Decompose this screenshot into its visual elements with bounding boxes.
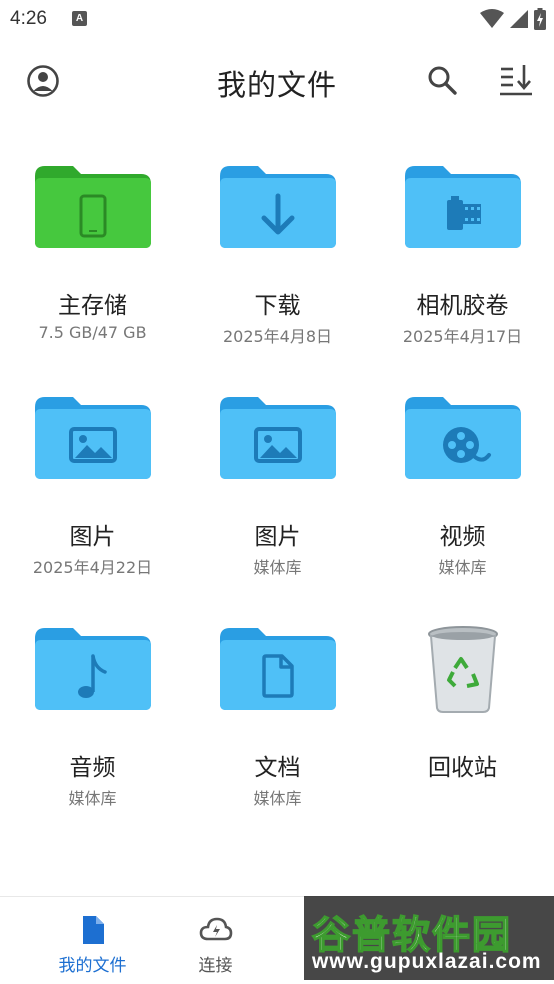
folder-main-storage[interactable]: 主存储 7.5 GB/47 GB (0, 150, 185, 380)
folder-subtitle: 2025年4月17日 (402, 327, 523, 346)
video-folder-icon (405, 397, 521, 479)
signal-icon (510, 10, 528, 28)
folder-pictures-library[interactable]: 图片 媒体库 (185, 381, 370, 611)
folder-documents[interactable]: 文档 媒体库 (185, 612, 370, 842)
phone-folder-icon (35, 166, 151, 248)
folder-name: 视频 (439, 524, 486, 550)
folder-name: 主存储 (58, 293, 127, 319)
folder-name: 图片 (69, 524, 116, 550)
wifi-icon (480, 9, 504, 28)
folder-name: 下载 (254, 293, 301, 319)
folder-subtitle: 2025年4月8日 (222, 327, 333, 346)
folder-subtitle: 媒体库 (253, 558, 302, 577)
watermark-url: www.gupuxlazai.com (312, 950, 542, 973)
folder-subtitle: 媒体库 (438, 558, 487, 577)
folder-subtitle: 媒体库 (253, 789, 302, 808)
camera-roll-folder-icon (405, 166, 521, 248)
folder-subtitle: 2025年4月22日 (32, 558, 153, 577)
folder-subtitle: 7.5 GB/47 GB (38, 323, 147, 342)
folder-name: 图片 (254, 524, 301, 550)
folder-pictures[interactable]: 图片 2025年4月22日 (0, 381, 185, 611)
folder-videos[interactable]: 视频 媒体库 (370, 381, 554, 611)
notification-icon: A (72, 11, 87, 26)
status-bar: 4:26 A (0, 0, 554, 38)
folder-name: 回收站 (428, 755, 497, 781)
recycle-bin-icon (428, 626, 498, 713)
folder-name: 音频 (69, 755, 116, 781)
download-folder-icon (220, 166, 336, 248)
page-title: 我的文件 (216, 68, 337, 102)
sort-download-icon[interactable] (498, 62, 534, 98)
status-icons (480, 8, 546, 30)
document-folder-icon (220, 628, 336, 710)
music-folder-icon (35, 628, 151, 710)
file-icon (83, 916, 104, 944)
image-folder-icon (220, 397, 336, 479)
folder-audio[interactable]: 音频 媒体库 (0, 612, 185, 842)
status-time: 4:26 (10, 8, 47, 29)
tab-connect[interactable]: 连接 (123, 897, 308, 984)
image-folder-icon (35, 397, 151, 479)
battery-charging-icon (534, 8, 546, 30)
recycle-bin[interactable]: 回收站 (370, 612, 554, 842)
folder-name: 相机胶卷 (416, 293, 509, 319)
folder-subtitle: 媒体库 (68, 789, 117, 808)
folder-download[interactable]: 下载 2025年4月8日 (185, 150, 370, 380)
tab-label: 连接 (198, 956, 233, 976)
watermark: 谷普软件园 www.gupuxlazai.com (304, 896, 554, 980)
cloud-icon (199, 917, 233, 941)
folder-camera-roll[interactable]: 相机胶卷 2025年4月17日 (370, 150, 554, 380)
folder-name: 文档 (254, 755, 301, 781)
top-bar: 我的文件 (0, 48, 554, 112)
search-icon[interactable] (426, 64, 458, 96)
